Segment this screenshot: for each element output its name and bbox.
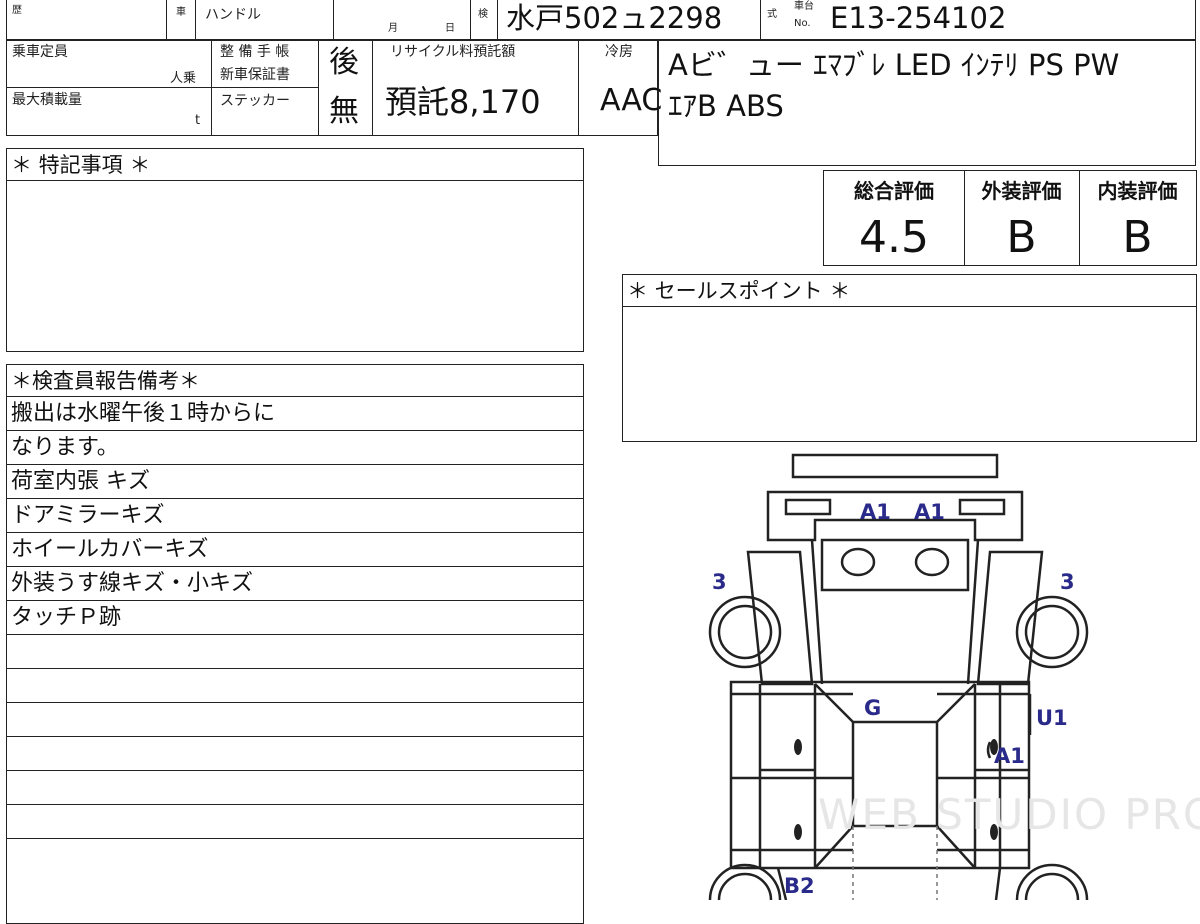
headlight-right <box>958 498 1006 516</box>
front-wheel-left <box>708 595 782 669</box>
damage-mark-right-pillar: U1 <box>1036 706 1068 730</box>
door-handle-rear-left <box>794 824 802 840</box>
front-bumper <box>791 453 999 479</box>
headlight-left <box>784 498 832 516</box>
windshield <box>820 538 970 592</box>
door-handle-front-left <box>794 739 802 755</box>
damage-mark-hood-right: A1 <box>914 500 945 524</box>
damage-mark-rear-left: B2 <box>784 874 815 898</box>
damage-mark-roof: G <box>864 696 882 720</box>
watermark: WEB STUDIO PRO <box>818 790 1200 839</box>
wiper-right <box>914 547 950 577</box>
damage-mark-right-door: A1 <box>994 744 1025 768</box>
front-fender-right <box>976 550 1044 686</box>
wiper-left <box>840 547 876 577</box>
damage-mark-hood-left: A1 <box>860 500 891 524</box>
damage-mark-front-right: 3 <box>1060 570 1075 594</box>
damage-mark-front-left: 3 <box>712 570 727 594</box>
front-wheel-right <box>1015 595 1089 669</box>
